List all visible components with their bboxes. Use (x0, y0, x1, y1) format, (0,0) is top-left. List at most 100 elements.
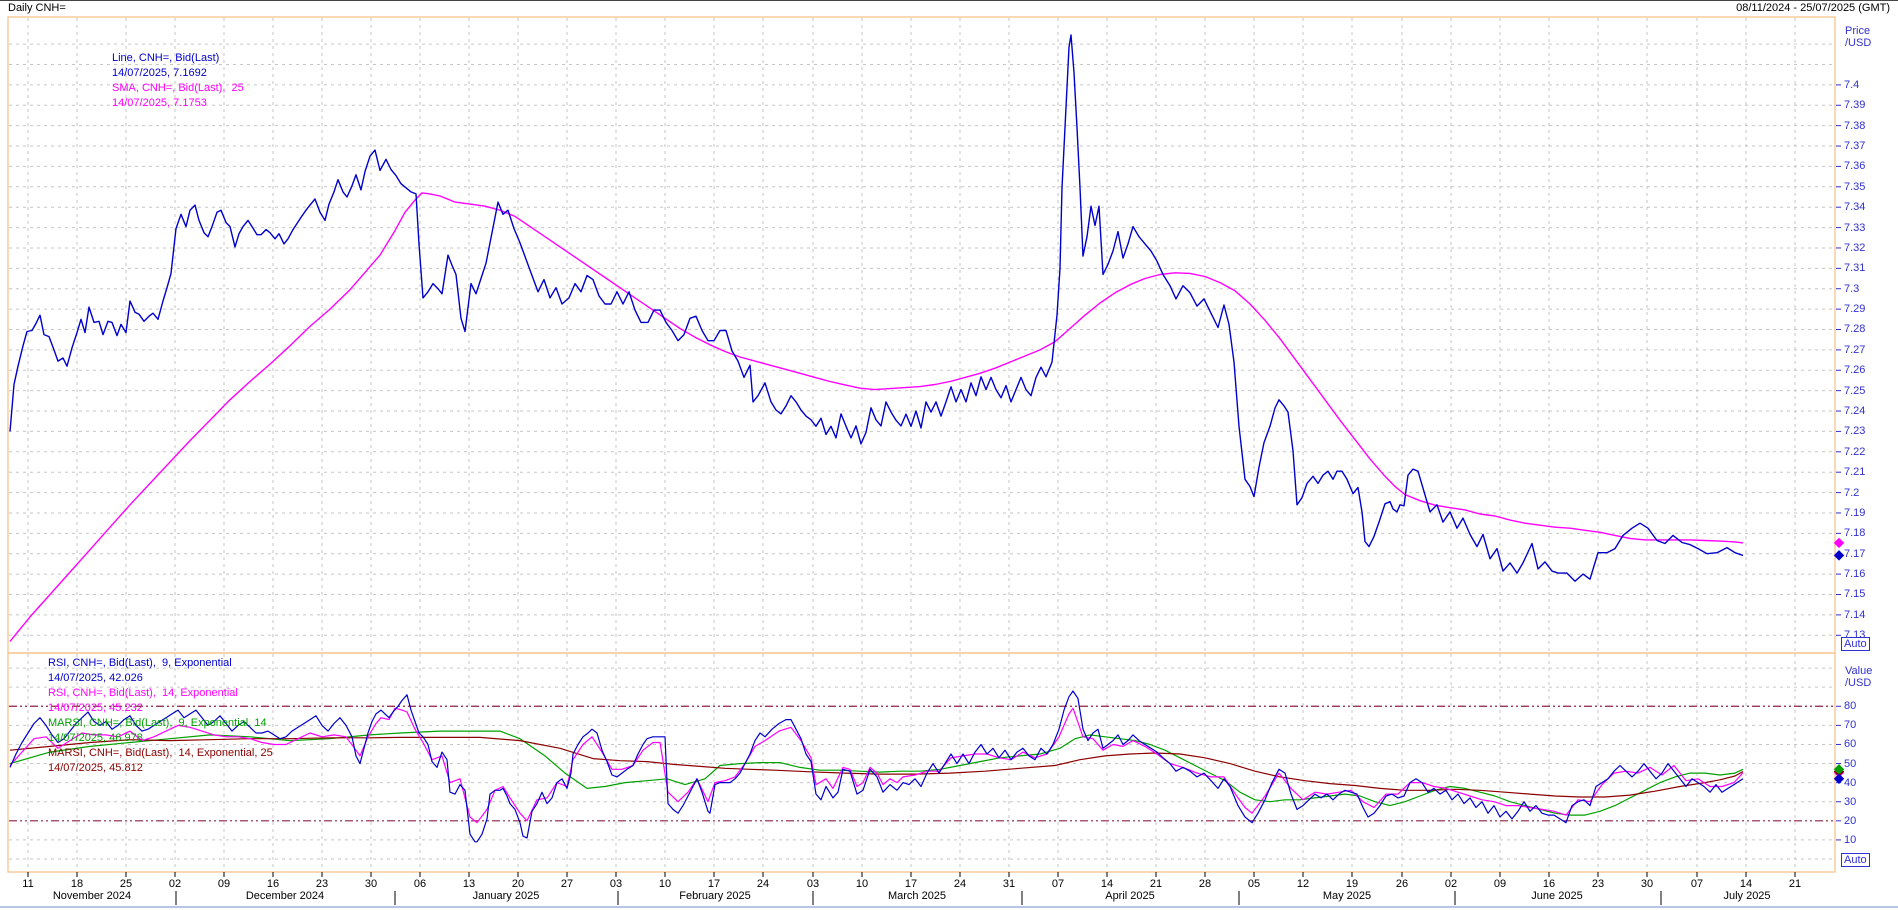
price-tick-label: 7.25 (1844, 385, 1865, 397)
x-day-tick-label: 07 (1691, 878, 1703, 890)
x-day-tick-label: 12 (1297, 878, 1309, 890)
x-day-tick-label: 23 (1592, 878, 1604, 890)
price-tick-label: 7.23 (1844, 425, 1865, 437)
x-day-tick-label: 27 (561, 878, 573, 890)
rsi-legend-row: 14/07/2025, 45.812 (48, 761, 273, 776)
rsi-tick-label: 40 (1844, 777, 1856, 789)
rsi-legend-row: 14/07/2025, 42.026 (48, 671, 273, 686)
x-month-label: May 2025 (1323, 890, 1371, 902)
price-tick-label: 7.14 (1844, 609, 1865, 621)
rsi-tick-label: 30 (1844, 796, 1856, 808)
rsi-legend-row: RSI, CNH=, Bid(Last), 9, Exponential (48, 656, 273, 671)
x-day-tick-label: 21 (1150, 878, 1162, 890)
price-tick-label: 7.34 (1844, 201, 1865, 213)
price-tick-label: 7.4 (1844, 79, 1859, 91)
price-tick-label: 7.21 (1844, 466, 1865, 478)
price-tick-label: 7.36 (1844, 160, 1865, 172)
rsi-auto-button[interactable]: Auto (1841, 853, 1870, 867)
x-month-label: February 2025 (679, 890, 751, 902)
rsi-tick-label: 20 (1844, 815, 1856, 827)
price-tick-label: 7.39 (1844, 99, 1865, 111)
x-day-tick-label: 06 (414, 878, 426, 890)
x-month-label: November 2024 (53, 890, 131, 902)
price-tick-label: 7.22 (1844, 446, 1865, 458)
x-day-tick-label: 21 (1789, 878, 1801, 890)
rsi-tick-label: 60 (1844, 738, 1856, 750)
x-day-tick-label: 05 (1248, 878, 1260, 890)
x-day-tick-label: 03 (807, 878, 819, 890)
axis-labels-layer: 7.47.397.387.377.367.357.347.337.327.317… (0, 1, 1898, 910)
rsi-legend-row: 14/07/2025, 46.978 (48, 731, 273, 746)
price-tick-label: 7.28 (1844, 323, 1865, 335)
x-day-tick-label: 02 (1445, 878, 1457, 890)
price-tick-label: 7.27 (1844, 344, 1865, 356)
x-day-tick-label: 13 (463, 878, 475, 890)
x-day-tick-label: 24 (757, 878, 769, 890)
x-day-tick-label: 16 (1543, 878, 1555, 890)
price-tick-label: 7.16 (1844, 568, 1865, 580)
x-month-label: June 2025 (1531, 890, 1582, 902)
rsi-tick-label: 10 (1844, 834, 1856, 846)
price-legend-row: 14/07/2025, 7.1753 (112, 96, 244, 111)
x-day-tick-label: 25 (120, 878, 132, 890)
x-day-tick-label: 30 (365, 878, 377, 890)
x-day-tick-label: 26 (1396, 878, 1408, 890)
x-day-tick-label: 17 (708, 878, 720, 890)
x-month-label: March 2025 (888, 890, 946, 902)
price-tick-label: 7.26 (1844, 364, 1865, 376)
rsi-legend: RSI, CNH=, Bid(Last), 9, Exponential14/0… (48, 656, 273, 776)
price-tick-label: 7.2 (1844, 487, 1859, 499)
x-day-tick-label: 19 (1346, 878, 1358, 890)
price-tick-label: 7.18 (1844, 527, 1865, 539)
rsi-tick-label: 70 (1844, 719, 1856, 731)
x-day-tick-label: 30 (1641, 878, 1653, 890)
rsi-axis-title: Value /USD (1845, 665, 1872, 689)
price-tick-label: 7.35 (1844, 181, 1865, 193)
x-day-tick-label: 16 (267, 878, 279, 890)
price-tick-label: 7.31 (1844, 262, 1865, 274)
price-legend: Line, CNH=, Bid(Last)14/07/2025, 7.1692S… (112, 51, 244, 111)
x-day-tick-label: 23 (316, 878, 328, 890)
price-auto-button[interactable]: Auto (1841, 637, 1870, 651)
x-day-tick-label: 28 (1199, 878, 1211, 890)
rsi-legend-row: MARSI, CNH=, Bid(Last), 9, Exponential, … (48, 716, 273, 731)
rsi-legend-row: MARSI, CNH=, Bid(Last), 14, Exponential,… (48, 746, 273, 761)
x-month-label: December 2024 (246, 890, 324, 902)
price-tick-label: 7.29 (1844, 303, 1865, 315)
x-day-tick-label: 10 (856, 878, 868, 890)
x-day-tick-label: 20 (512, 878, 524, 890)
x-month-label: July 2025 (1723, 890, 1770, 902)
price-tick-label: 7.37 (1844, 140, 1865, 152)
x-day-tick-label: 09 (218, 878, 230, 890)
price-tick-label: 7.3 (1844, 283, 1859, 295)
price-tick-label: 7.19 (1844, 507, 1865, 519)
price-tick-label: 7.17 (1844, 548, 1865, 560)
price-tick-label: 7.38 (1844, 120, 1865, 132)
price-legend-row: Line, CNH=, Bid(Last) (112, 51, 244, 66)
x-day-tick-label: 10 (659, 878, 671, 890)
x-day-tick-label: 11 (22, 878, 33, 890)
x-day-tick-label: 14 (1101, 878, 1113, 890)
rsi-legend-row: RSI, CNH=, Bid(Last), 14, Exponential (48, 686, 273, 701)
price-legend-row: 14/07/2025, 7.1692 (112, 66, 244, 81)
x-day-tick-label: 31 (1003, 878, 1015, 890)
price-tick-label: 7.24 (1844, 405, 1865, 417)
x-day-tick-label: 14 (1740, 878, 1752, 890)
price-axis-title: Price /USD (1845, 25, 1871, 49)
x-day-tick-label: 07 (1052, 878, 1064, 890)
x-day-tick-label: 09 (1494, 878, 1506, 890)
price-tick-label: 7.15 (1844, 588, 1865, 600)
x-month-label: January 2025 (473, 890, 540, 902)
chart-window: Daily CNH= 08/11/2024 - 25/07/2025 (GMT)… (0, 0, 1898, 910)
rsi-tick-label: 80 (1844, 700, 1856, 712)
x-month-label: April 2025 (1105, 890, 1155, 902)
price-tick-label: 7.33 (1844, 222, 1865, 234)
x-day-tick-label: 24 (954, 878, 966, 890)
x-day-tick-label: 03 (610, 878, 622, 890)
x-day-tick-label: 02 (169, 878, 181, 890)
price-legend-row: SMA, CNH=, Bid(Last), 25 (112, 81, 244, 96)
price-tick-label: 7.32 (1844, 242, 1865, 254)
rsi-legend-row: 14/07/2025, 45.232 (48, 701, 273, 716)
x-day-tick-label: 18 (71, 878, 83, 890)
rsi-tick-label: 50 (1844, 758, 1856, 770)
